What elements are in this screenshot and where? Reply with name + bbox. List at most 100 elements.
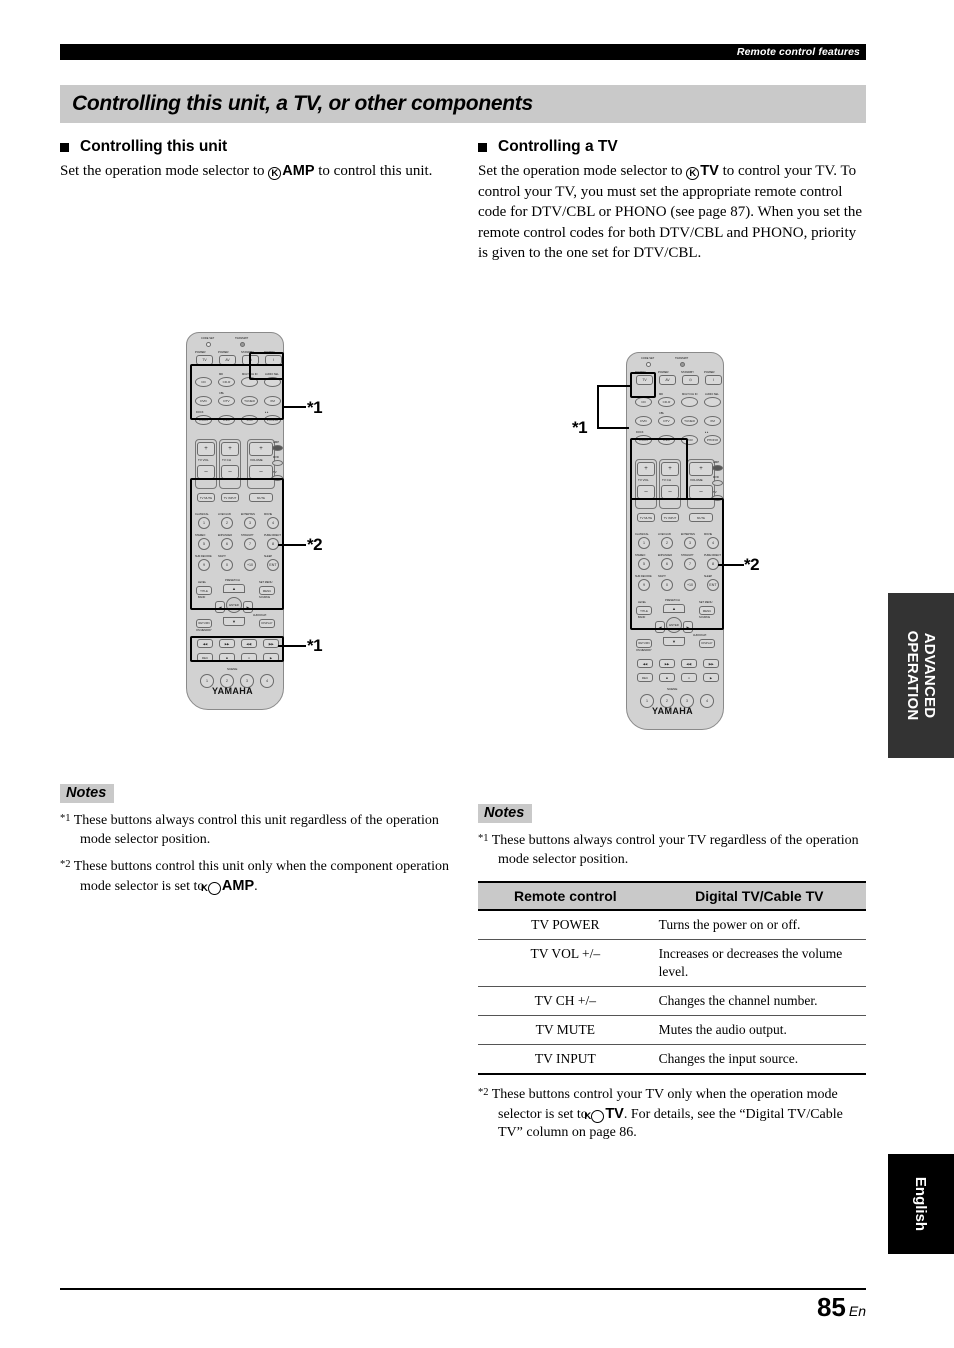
page-number-suffix: En: [848, 1303, 866, 1319]
source-label-0-2: MULTI CH IN: [682, 393, 698, 396]
left-notes: Notes *1 These buttons always control th…: [60, 784, 460, 896]
transport-button-2: ◀◀|: [681, 659, 697, 668]
table-cell-function: Turns the power on or off.: [652, 910, 866, 940]
right-notes: Notes *1 These buttons always control yo…: [478, 804, 866, 1143]
right-remote-illustration: CODE SET TRANSMIT POWER TV POWER AV STANDBY ⏻ PO…: [0, 0, 954, 1348]
callout-right-2: *2: [744, 555, 760, 574]
source-label-0-3: AUDIO SEL: [705, 393, 719, 396]
footer-rule: [60, 1288, 866, 1290]
source-button-1-1: DTV: [658, 416, 675, 426]
circled-k-icon: K: [584, 1109, 605, 1123]
table-cell-remote: TV VOL +/–: [478, 939, 653, 987]
power-button-3: I: [705, 375, 722, 385]
nav-memory-label: ON MEMORY: [636, 649, 652, 652]
transport-button-3: |▶▶: [703, 659, 719, 668]
table-cell-function: Changes the input source.: [652, 1044, 866, 1075]
transport-button-1: ▶▶: [659, 659, 675, 668]
source-label-2-0: DOCK: [636, 431, 644, 434]
left-note-2-mark: *2: [60, 859, 71, 870]
led-code-set: [646, 362, 651, 367]
table-row: TV VOL +/– Increases or decreases the vol…: [478, 939, 866, 987]
scene-label: SCENE: [667, 687, 678, 691]
vol-label-2: VOLUME: [690, 478, 703, 482]
table-row: TV POWER Turns the power on or off.: [478, 910, 866, 940]
table-cell-remote: TV MUTE: [478, 1015, 653, 1045]
source-button-1-0: DVD: [635, 416, 652, 426]
left-note-2-pre: These buttons control this unit only whe…: [73, 859, 449, 894]
callout-right-1-leader-v: [597, 385, 599, 429]
left-note-1: *1 These buttons always control this uni…: [60, 810, 460, 849]
source-label-2-3: ♦ ♦: [705, 431, 709, 434]
scene-button-4: 4: [700, 694, 714, 708]
callout-right-1: *1: [572, 418, 588, 437]
page-number: 85 En: [817, 1292, 866, 1323]
table-header-row: Remote control Digital TV/Cable TV: [478, 881, 866, 911]
notes-label: Notes: [60, 784, 115, 803]
callout-right-1-leader-top: [597, 385, 630, 387]
selector-dvd: [712, 480, 723, 486]
table-cell-remote: TV POWER: [478, 910, 653, 940]
yamaha-logo: YAMAHA: [652, 706, 694, 716]
power-top-label-1: POWER: [658, 370, 669, 374]
table-row: TV CH +/– Changes the channel number.: [478, 986, 866, 1016]
left-note-2-mode: AMP: [221, 877, 255, 894]
power-button-1: AV: [659, 375, 676, 385]
right-note-1: *1 These buttons always control your TV …: [478, 830, 866, 869]
highlight-tv-power: [630, 372, 656, 398]
table-cell-function: Changes the channel number.: [652, 986, 866, 1016]
highlight-dsp-nav: [630, 498, 724, 630]
led-label-code-set: CODE SET: [641, 357, 655, 360]
notes-label: Notes: [478, 804, 533, 823]
left-note-2: *2 These buttons control this unit only …: [60, 856, 460, 896]
transport-button-0: ◀◀: [637, 659, 653, 668]
page-number-value: 85: [816, 1292, 846, 1322]
source-button-0-3: [704, 397, 721, 407]
side-tab-advanced-label: ADVANCED OPERATION: [904, 630, 938, 721]
source-button-0-2: [681, 397, 698, 407]
vol-plus-2: +: [689, 462, 713, 476]
source-button-1-2: TUNER: [681, 416, 698, 426]
table-cell-remote: TV INPUT: [478, 1044, 653, 1075]
transport2-button-3: ▶: [703, 673, 719, 682]
nav-return-button: RETURN: [636, 639, 652, 648]
source-button-1-3: XM: [704, 416, 721, 426]
tv-function-table: Remote control Digital TV/Cable TV TV PO…: [478, 881, 866, 1075]
callout-right-1-leader: [597, 427, 629, 429]
side-tab-advanced-operation: ADVANCED OPERATION: [888, 593, 954, 758]
power-top-label-2: STANDBY: [681, 370, 695, 374]
nav-audio-label: AUDIO/CAT.: [693, 634, 707, 637]
source-label-1-1: CBL: [659, 412, 665, 415]
selector-label-tv: TV: [713, 490, 717, 494]
left-note-1-mark: *1: [60, 813, 71, 824]
manual-page: Remote control features Controlling this…: [0, 0, 954, 1348]
selector-amp: [712, 465, 723, 471]
nav-down-button: ▼: [663, 637, 685, 646]
table-cell-function: Increases or decreases the volume level.: [652, 939, 866, 987]
table-cell-function: Mutes the audio output.: [652, 1015, 866, 1045]
selector-label-amp: AMP: [713, 460, 720, 464]
source-button-2-3: PHONO: [704, 435, 721, 445]
table-row: TV INPUT Changes the input source.: [478, 1044, 866, 1075]
led-label-transmit: TRANSMIT: [675, 357, 689, 360]
power-top-label-3: POWER: [704, 370, 715, 374]
table-cell-remote: TV CH +/–: [478, 986, 653, 1016]
right-note-2: *2 These buttons control your TV only wh…: [478, 1084, 866, 1143]
side-tab-language: English: [888, 1154, 954, 1254]
table-body: TV POWER Turns the power on or off. TV VOL…: [478, 910, 866, 1075]
table-row: TV MUTE Mutes the audio output.: [478, 1015, 866, 1045]
vol-minus-2: –: [689, 485, 713, 499]
nav-display-button: DISPLAY: [699, 639, 715, 648]
led-transmit: [680, 362, 685, 367]
highlight-tv-vol-ch: [630, 438, 688, 500]
source-button-0-1: CD-R: [658, 397, 675, 407]
power-button-2: ⏻: [682, 375, 699, 385]
left-note-2-post: .: [254, 878, 258, 894]
right-note-2-mode: TV: [605, 1105, 624, 1122]
transport2-button-2: ⏸: [681, 673, 697, 682]
right-note-1-mark: *1: [478, 833, 489, 844]
transport2-button-0: REC: [637, 673, 653, 682]
source-button-0-0: CD: [635, 397, 652, 407]
right-note-2-mark: *2: [478, 1087, 489, 1098]
source-label-0-1: MD: [659, 393, 664, 396]
table-header-digital: Digital TV/Cable TV: [652, 881, 866, 911]
